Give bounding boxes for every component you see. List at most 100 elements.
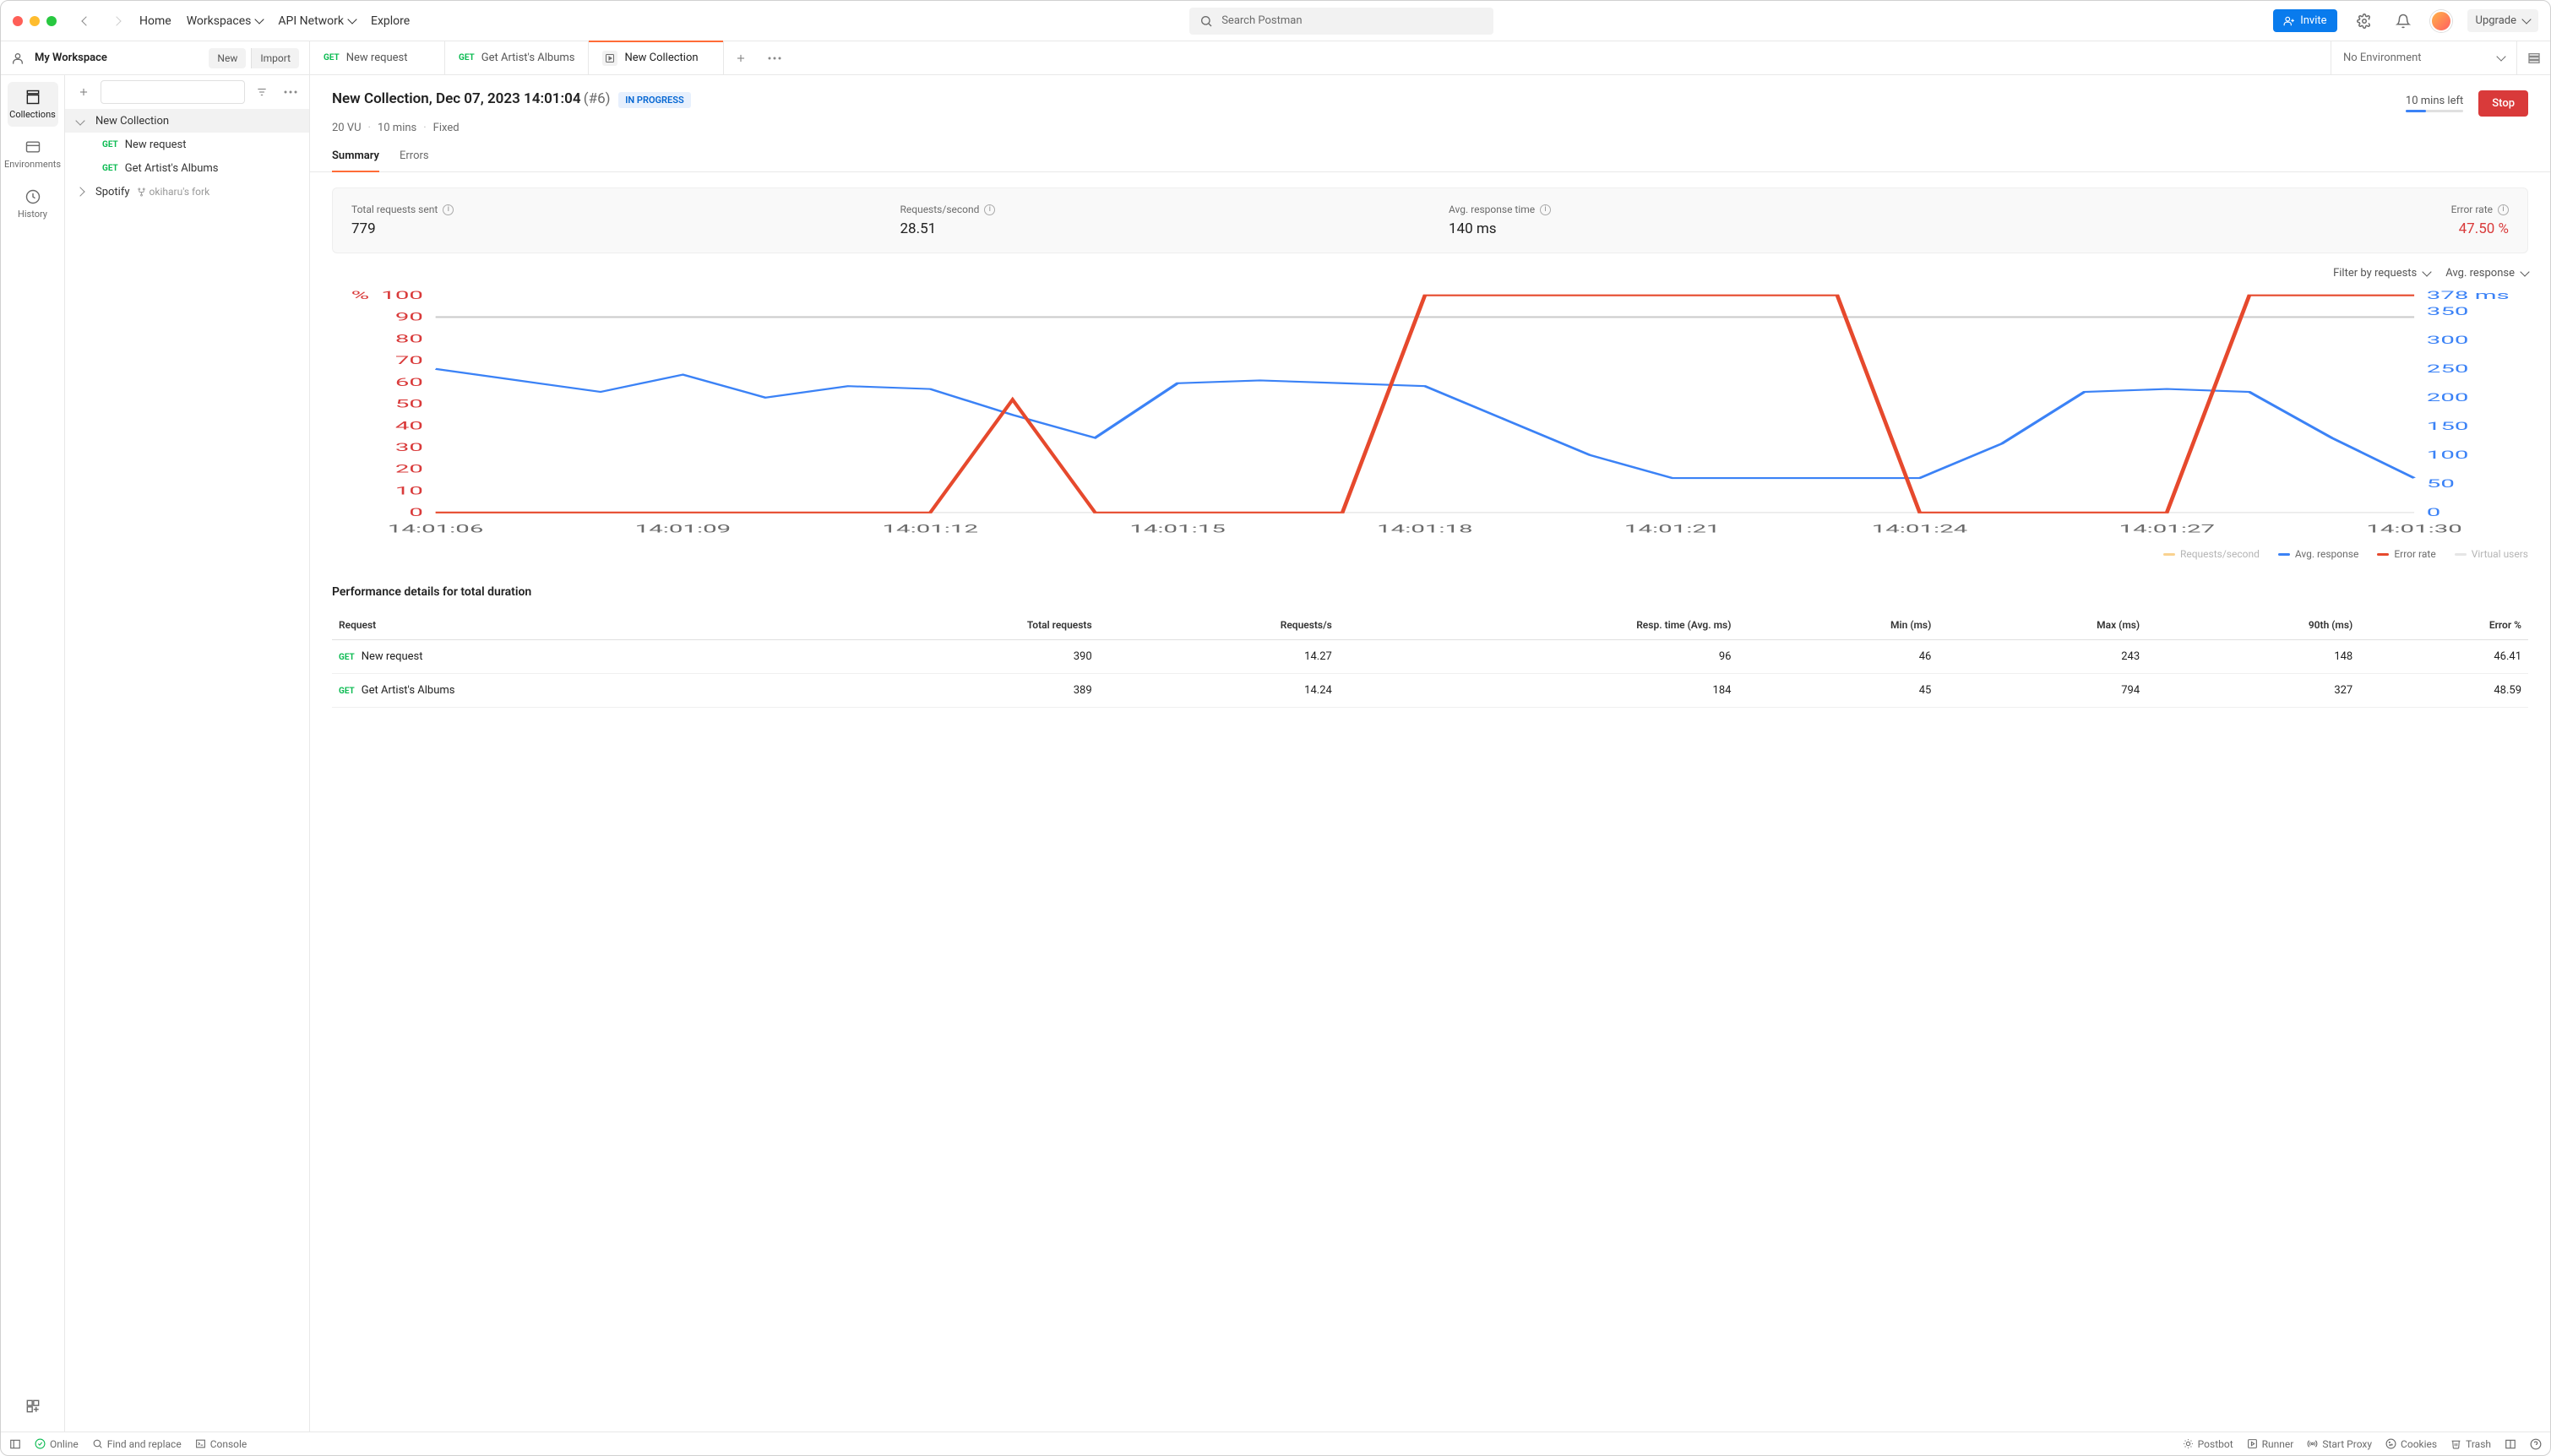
api-network-menu[interactable]: API Network <box>278 14 356 28</box>
tree-request-new-request[interactable]: GET New request <box>65 133 309 156</box>
environment-quicklook-icon[interactable] <box>2516 41 2550 74</box>
avatar[interactable] <box>2430 10 2452 32</box>
sidebar-filter-input[interactable] <box>101 80 245 104</box>
perf-table-header: Performance details for total duration <box>310 560 2550 611</box>
workspace-name[interactable]: My Workspace <box>35 52 199 64</box>
tree-label: Spotify <box>95 186 130 198</box>
svg-text:0: 0 <box>409 506 423 519</box>
help-icon[interactable] <box>2530 1438 2542 1450</box>
svg-text:50: 50 <box>395 398 423 410</box>
trash-button[interactable]: Trash <box>2450 1438 2491 1450</box>
tab-get-artists-albums[interactable]: GET Get Artist's Albums <box>445 41 589 74</box>
environments-icon <box>24 139 41 155</box>
svg-text:14:01:12: 14:01:12 <box>883 523 978 535</box>
upgrade-button[interactable]: Upgrade <box>2467 9 2538 32</box>
info-icon[interactable]: i <box>984 204 995 215</box>
tab-errors[interactable]: Errors <box>400 149 429 171</box>
table-row[interactable]: GETNew request39014.27964624314846.41 <box>332 640 2528 674</box>
tab-new-collection-run[interactable]: New Collection <box>589 41 724 74</box>
rail-environments[interactable]: Environments <box>8 132 58 177</box>
invite-label: Invite <box>2300 14 2326 27</box>
tab-new-request[interactable]: GET New request <box>310 41 445 74</box>
svg-text:20: 20 <box>395 463 423 475</box>
chevron-down-icon <box>2521 14 2531 24</box>
online-status[interactable]: Online <box>35 1438 79 1450</box>
sidebar-filter-icon[interactable] <box>250 80 274 104</box>
svg-text:300: 300 <box>2427 334 2469 346</box>
legend-virtual-users[interactable]: Virtual users <box>2455 548 2528 560</box>
table-header[interactable]: Resp. time (Avg. ms) <box>1339 611 1738 640</box>
chevron-down-icon <box>77 115 89 128</box>
fork-icon <box>137 187 146 197</box>
table-header[interactable]: Request <box>332 611 810 640</box>
svg-text:100: 100 <box>2427 448 2469 461</box>
table-header[interactable]: Total requests <box>810 611 1099 640</box>
run-title: New Collection, Dec 07, 2023 14:01:04 <box>332 90 581 107</box>
nav-back-icon[interactable] <box>79 14 94 29</box>
tree-collection-new-collection[interactable]: New Collection <box>65 109 309 133</box>
svg-text:40: 40 <box>395 419 423 432</box>
table-row[interactable]: GETGet Artist's Albums38914.241844579432… <box>332 674 2528 708</box>
invite-icon <box>2283 15 2295 27</box>
legend-avg-response[interactable]: Avg. response <box>2278 548 2358 560</box>
info-icon[interactable]: i <box>1540 204 1551 215</box>
perf-table: RequestTotal requestsRequests/sResp. tim… <box>332 611 2528 708</box>
svg-text:30: 30 <box>395 441 423 454</box>
performance-chart[interactable]: 0102030405060708090100%05010015020025030… <box>332 286 2528 540</box>
window-traffic-lights[interactable] <box>13 16 57 26</box>
runner-button[interactable]: Runner <box>2247 1438 2294 1450</box>
new-tab-button[interactable] <box>724 41 758 74</box>
tab-summary[interactable]: Summary <box>332 149 379 172</box>
rail-collections[interactable]: Collections <box>8 82 58 127</box>
run-status-badge: IN PROGRESS <box>618 92 690 108</box>
two-pane-icon[interactable] <box>2505 1438 2516 1450</box>
rail-add-icon[interactable] <box>8 1391 58 1421</box>
search-input[interactable]: Search Postman <box>1189 8 1493 35</box>
legend-rps[interactable]: Requests/second <box>2163 548 2260 560</box>
svg-text:%: % <box>351 289 370 302</box>
chevron-right-icon <box>77 186 89 198</box>
table-header[interactable]: Requests/s <box>1099 611 1339 640</box>
filter-by-requests-dropdown[interactable]: Filter by requests <box>2333 267 2430 280</box>
table-header[interactable]: Min (ms) <box>1738 611 1938 640</box>
stat-label: Requests/second <box>900 204 980 215</box>
metric-dropdown[interactable]: Avg. response <box>2445 267 2528 280</box>
workspaces-menu[interactable]: Workspaces <box>187 14 264 28</box>
tab-overflow-button[interactable] <box>758 41 791 74</box>
sidebar-more-icon[interactable] <box>279 80 302 104</box>
svg-text:14:01:24: 14:01:24 <box>1872 523 1968 535</box>
find-replace-button[interactable]: Find and replace <box>92 1438 182 1450</box>
info-icon[interactable]: i <box>2498 204 2509 215</box>
notifications-icon[interactable] <box>2391 9 2415 33</box>
table-header[interactable]: Error % <box>2359 611 2528 640</box>
sidebar-add-icon[interactable] <box>72 80 95 104</box>
chevron-down-icon <box>2423 267 2432 276</box>
cookies-button[interactable]: Cookies <box>2385 1438 2437 1450</box>
stat-avg-response: 140 ms <box>1449 220 1961 237</box>
legend-error-rate[interactable]: Error rate <box>2377 548 2435 560</box>
explore-link[interactable]: Explore <box>371 14 410 28</box>
start-proxy-button[interactable]: Start Proxy <box>2307 1438 2372 1450</box>
invite-button[interactable]: Invite <box>2273 9 2336 32</box>
info-icon[interactable]: i <box>443 204 454 215</box>
home-link[interactable]: Home <box>139 14 171 28</box>
svg-text:150: 150 <box>2427 420 2469 432</box>
stat-rps: 28.51 <box>900 220 1412 237</box>
tree-request-get-artists-albums[interactable]: GET Get Artist's Albums <box>65 156 309 180</box>
history-icon <box>24 188 41 205</box>
table-header[interactable]: 90th (ms) <box>2146 611 2359 640</box>
import-button[interactable]: Import <box>251 48 299 68</box>
postbot-button[interactable]: Postbot <box>2183 1438 2233 1450</box>
table-header[interactable]: Max (ms) <box>1938 611 2146 640</box>
environment-selector[interactable]: No Environment <box>2331 41 2516 74</box>
environment-label: No Environment <box>2343 52 2422 64</box>
tree-collection-spotify[interactable]: Spotify okiharu's fork <box>65 180 309 204</box>
settings-icon[interactable] <box>2352 9 2376 33</box>
console-button[interactable]: Console <box>195 1438 247 1450</box>
svg-text:0: 0 <box>2427 506 2441 519</box>
rail-history[interactable]: History <box>8 182 58 226</box>
new-button[interactable]: New <box>209 48 246 68</box>
chevron-down-icon <box>2520 267 2529 276</box>
sidebar-toggle-icon[interactable] <box>9 1438 21 1450</box>
stop-button[interactable]: Stop <box>2478 90 2528 117</box>
